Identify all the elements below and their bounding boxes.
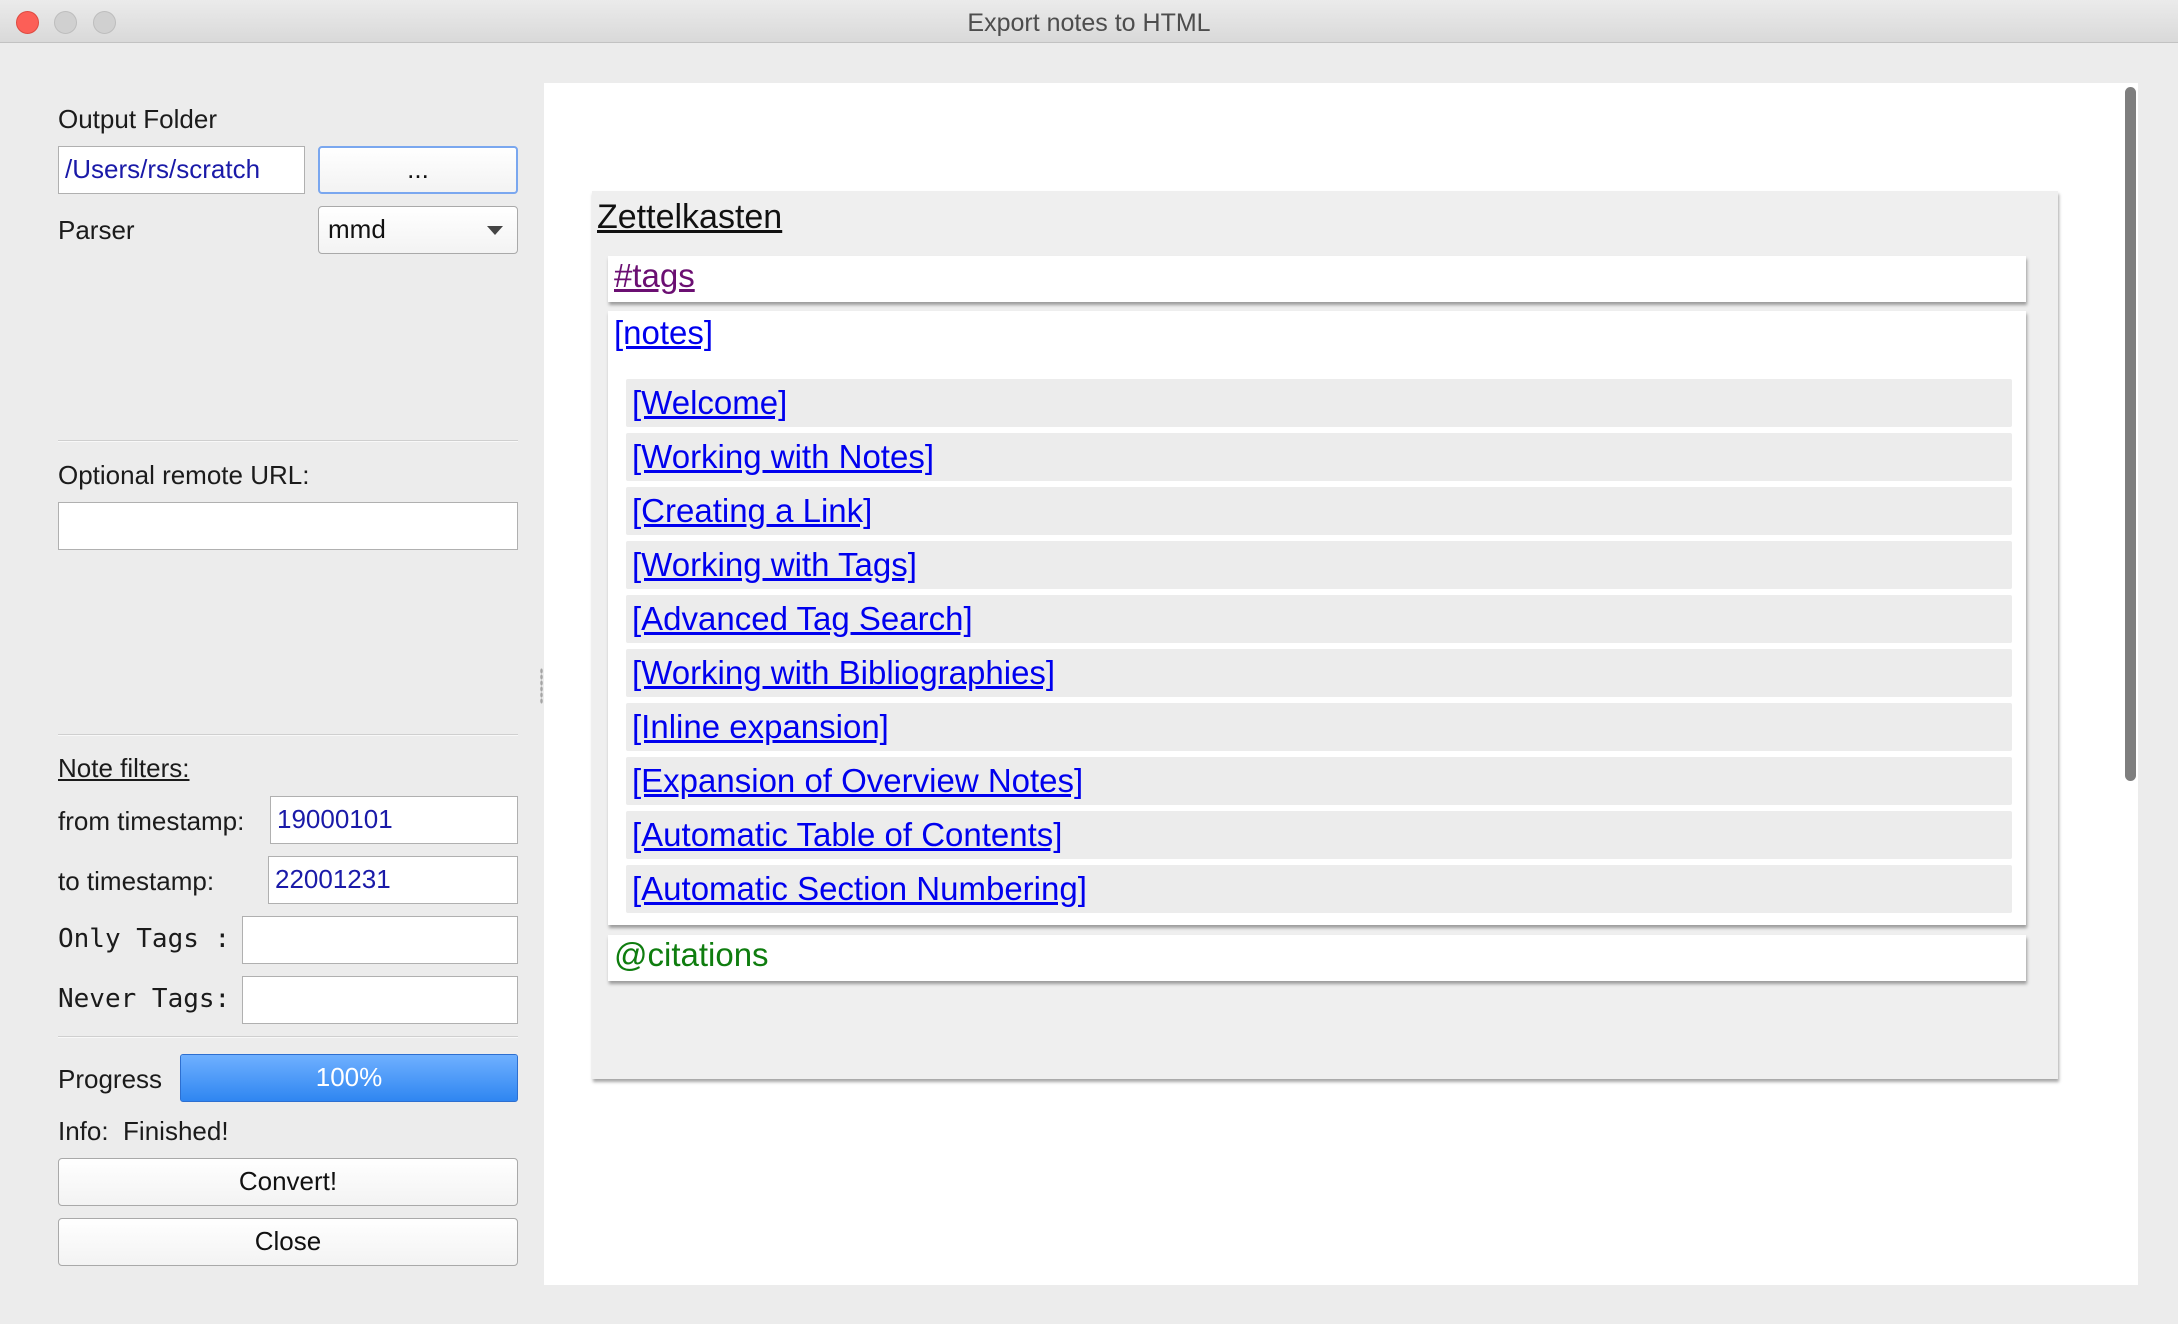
note-link[interactable]: [Creating a Link] — [632, 492, 872, 530]
preview-scrollbar[interactable] — [2121, 83, 2138, 1285]
window-title: Export notes to HTML — [967, 9, 1211, 37]
note-item-working-with-tags[interactable]: [Working with Tags] — [626, 541, 2012, 589]
note-link[interactable]: [Inline expansion] — [632, 708, 889, 746]
note-item-automatic-table-of-contents[interactable]: [Automatic Table of Contents] — [626, 811, 2012, 859]
note-item-creating-a-link[interactable]: [Creating a Link] — [626, 487, 2012, 535]
never-tags-label: Never Tags: — [58, 984, 231, 1014]
note-link[interactable]: [Working with Bibliographies] — [632, 654, 1055, 692]
note-link[interactable]: [Expansion of Overview Notes] — [632, 762, 1083, 800]
close-button[interactable]: Close — [58, 1218, 518, 1266]
notes-box: [notes] [Welcome] [Working with Notes] [… — [608, 311, 2026, 925]
output-folder-label: Output Folder — [58, 104, 217, 134]
title-bar: Export notes to HTML — [0, 0, 2178, 43]
citations-link[interactable]: @citations — [614, 936, 769, 974]
info-status: Finished! — [123, 1116, 229, 1146]
progress-bar: 100% — [180, 1054, 518, 1102]
remote-url-label: Optional remote URL: — [58, 460, 310, 490]
only-tags-field[interactable] — [242, 916, 518, 964]
tags-link[interactable]: #tags — [614, 257, 695, 295]
info-label: Info: Finished! — [58, 1116, 229, 1147]
notes-link[interactable]: [notes] — [614, 314, 713, 352]
note-item-advanced-tag-search[interactable]: [Advanced Tag Search] — [626, 595, 2012, 643]
from-timestamp-label: from timestamp: — [58, 806, 245, 836]
output-folder-field[interactable]: /Users/rs/scratch — [58, 146, 305, 194]
browse-button[interactable]: ... — [318, 146, 518, 194]
note-link[interactable]: [Advanced Tag Search] — [632, 600, 973, 638]
from-timestamp-field[interactable]: 19000101 — [270, 796, 518, 844]
note-link[interactable]: [Automatic Table of Contents] — [632, 816, 1062, 854]
to-timestamp-field[interactable]: 22001231 — [268, 856, 518, 904]
splitter-handle[interactable] — [540, 668, 543, 704]
to-timestamp-label: to timestamp: — [58, 866, 215, 896]
note-item-welcome[interactable]: [Welcome] — [626, 379, 2012, 427]
note-item-working-with-notes[interactable]: [Working with Notes] — [626, 433, 2012, 481]
note-item-expansion-of-overview-notes[interactable]: [Expansion of Overview Notes] — [626, 757, 2012, 805]
scrollbar-thumb[interactable] — [2125, 87, 2136, 781]
progress-text: 100% — [315, 1062, 383, 1092]
note-item-inline-expansion[interactable]: [Inline expansion] — [626, 703, 2012, 751]
note-link[interactable]: [Automatic Section Numbering] — [632, 870, 1087, 908]
zettelkasten-box: Zettelkasten #tags [notes] [Welcome] [Wo… — [592, 191, 2058, 1079]
tags-box: #tags — [608, 256, 2026, 302]
separator — [58, 440, 518, 442]
info-label-text: Info: — [58, 1116, 109, 1146]
separator — [58, 734, 518, 736]
parser-select[interactable]: mmd — [318, 206, 518, 254]
export-window: Export notes to HTML Output Folder /User… — [0, 0, 2178, 1324]
never-tags-field[interactable] — [242, 976, 518, 1024]
remote-url-field[interactable] — [58, 502, 518, 550]
chevron-down-icon — [487, 226, 503, 235]
note-item-automatic-section-numbering[interactable]: [Automatic Section Numbering] — [626, 865, 2012, 913]
note-link[interactable]: [Working with Notes] — [632, 438, 934, 476]
note-link[interactable]: [Welcome] — [632, 384, 787, 422]
html-preview[interactable]: Zettelkasten #tags [notes] [Welcome] [Wo… — [544, 83, 2138, 1285]
note-filters-label: Note filters: — [58, 753, 190, 783]
citations-box: @citations — [608, 935, 2026, 981]
progress-label: Progress — [58, 1064, 163, 1094]
note-link[interactable]: [Working with Tags] — [632, 546, 917, 584]
separator — [58, 1036, 518, 1038]
only-tags-label: Only Tags : — [58, 924, 231, 954]
preview-title: Zettelkasten — [597, 198, 783, 236]
parser-select-value: mmd — [328, 214, 386, 244]
note-item-working-with-bibliographies[interactable]: [Working with Bibliographies] — [626, 649, 2012, 697]
convert-button[interactable]: Convert! — [58, 1158, 518, 1206]
parser-label: Parser — [58, 215, 135, 245]
